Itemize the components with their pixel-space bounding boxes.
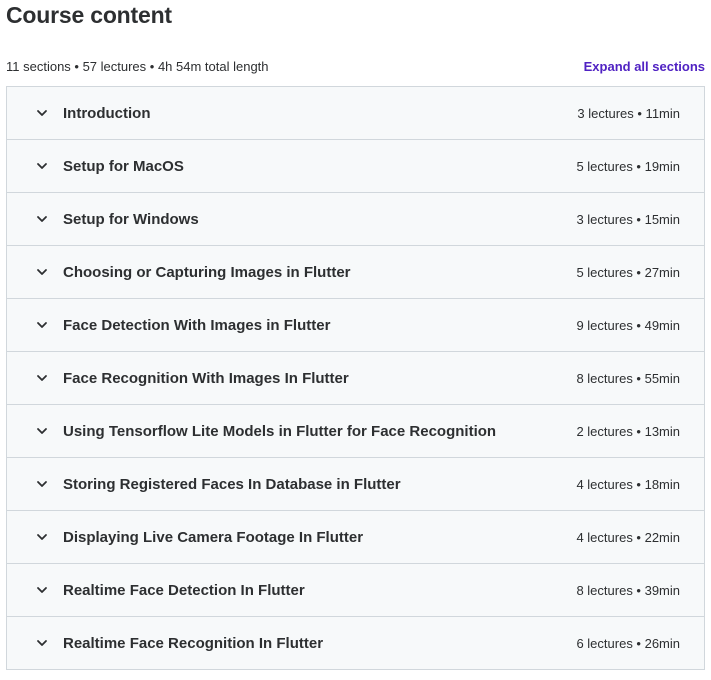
section-title: Introduction	[63, 104, 151, 122]
section-title: Face Recognition With Images In Flutter	[63, 369, 349, 387]
chevron-down-icon	[35, 530, 49, 544]
section-lecture-count: 3 lectures • 15min	[576, 211, 680, 227]
chevron-down-icon	[35, 265, 49, 279]
section-lecture-count: 5 lectures • 19min	[576, 158, 680, 174]
course-summary: 11 sections • 57 lectures • 4h 54m total…	[6, 58, 269, 74]
chevron-down-icon	[35, 477, 49, 491]
section-header[interactable]: Setup for MacOS 5 lectures • 19min	[7, 140, 704, 193]
section-title: Face Detection With Images in Flutter	[63, 316, 331, 334]
expand-all-sections-button[interactable]: Expand all sections	[584, 59, 705, 74]
chevron-down-icon	[35, 636, 49, 650]
section-lecture-count: 9 lectures • 49min	[576, 317, 680, 333]
section-title: Setup for MacOS	[63, 157, 184, 175]
section-lecture-count: 8 lectures • 39min	[576, 582, 680, 598]
section-header[interactable]: Storing Registered Faces In Database in …	[7, 458, 704, 511]
section-title: Storing Registered Faces In Database in …	[63, 475, 401, 493]
section-header[interactable]: Displaying Live Camera Footage In Flutte…	[7, 511, 704, 564]
section-header[interactable]: Using Tensorflow Lite Models in Flutter …	[7, 405, 704, 458]
section-lecture-count: 4 lectures • 18min	[576, 476, 680, 492]
section-header[interactable]: Setup for Windows 3 lectures • 15min	[7, 193, 704, 246]
section-lecture-count: 6 lectures • 26min	[576, 635, 680, 651]
section-header[interactable]: Introduction 3 lectures • 11min	[7, 87, 704, 140]
section-list: Introduction 3 lectures • 11min Setup for …	[6, 86, 705, 670]
section-lecture-count: 3 lectures • 11min	[577, 105, 680, 121]
page-title: Course content	[6, 2, 172, 28]
section-lecture-count: 4 lectures • 22min	[576, 529, 680, 545]
section-header[interactable]: Choosing or Capturing Images in Flutter 5…	[7, 246, 704, 299]
section-header[interactable]: Face Detection With Images in Flutter 9 l…	[7, 299, 704, 352]
chevron-down-icon	[35, 159, 49, 173]
section-title: Setup for Windows	[63, 210, 199, 228]
chevron-down-icon	[35, 106, 49, 120]
chevron-down-icon	[35, 371, 49, 385]
section-title: Realtime Face Detection In Flutter	[63, 581, 305, 599]
section-lecture-count: 2 lectures • 13min	[576, 423, 680, 439]
section-lecture-count: 5 lectures • 27min	[576, 264, 680, 280]
chevron-down-icon	[35, 212, 49, 226]
section-title: Realtime Face Recognition In Flutter	[63, 634, 324, 652]
section-title: Using Tensorflow Lite Models in Flutter …	[63, 422, 497, 440]
section-title: Choosing or Capturing Images in Flutter	[63, 263, 351, 281]
section-header[interactable]: Realtime Face Recognition In Flutter 6 le…	[7, 617, 704, 669]
chevron-down-icon	[35, 318, 49, 332]
section-lecture-count: 8 lectures • 55min	[576, 370, 680, 386]
section-header[interactable]: Realtime Face Detection In Flutter 8 lect…	[7, 564, 704, 617]
chevron-down-icon	[35, 583, 49, 597]
course-summary-row: 11 sections • 57 lectures • 4h 54m total…	[6, 56, 705, 76]
section-title: Displaying Live Camera Footage In Flutte…	[63, 528, 364, 546]
section-header[interactable]: Face Recognition With Images In Flutter 8…	[7, 352, 704, 405]
chevron-down-icon	[35, 424, 49, 438]
